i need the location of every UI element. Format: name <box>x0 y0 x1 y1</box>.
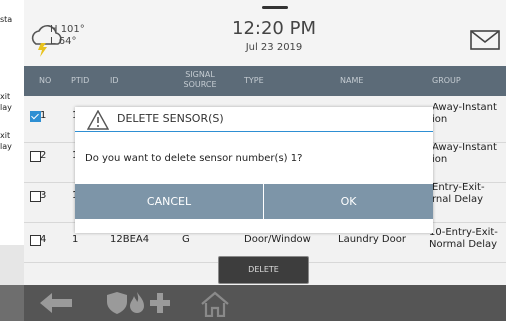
row-type: Door/Window <box>244 234 311 245</box>
shield-icon[interactable] <box>106 291 128 315</box>
strip-text: xit <box>0 131 11 140</box>
dialog-message: Do you want to delete sensor number(s) 1… <box>85 153 303 164</box>
ok-button[interactable]: OK <box>264 184 433 219</box>
row-group: 10-Entry-Exit- Normal Delay <box>429 227 498 251</box>
row-group: Away-Instant ion <box>432 142 497 166</box>
row-ptid: 1 <box>72 234 79 245</box>
row-no: 1 <box>40 110 47 121</box>
strip-text: lay <box>0 142 12 151</box>
home-icon[interactable] <box>200 291 230 317</box>
fire-icon[interactable] <box>128 291 146 315</box>
row-no: 2 <box>40 150 47 161</box>
temperature-readout: H 101° L 64° <box>50 24 85 48</box>
group-line: 10-Entry-Exit- <box>429 227 498 238</box>
clock-time: 12:20 PM <box>232 18 316 39</box>
col-source-label: SOURCE <box>183 80 217 89</box>
group-line: rnal Delay <box>432 194 484 205</box>
row-name: Laundry Door <box>338 234 406 245</box>
dialog-title: DELETE SENSOR(S) <box>117 112 224 125</box>
strip-text: lay <box>0 103 12 112</box>
col-no: NO <box>39 76 52 85</box>
warning-icon <box>87 110 109 130</box>
group-line: ion <box>432 114 448 125</box>
row-group: Away-Instant ion <box>432 102 497 126</box>
group-line: Away-Instant <box>432 102 497 113</box>
delete-sensor-dialog: DELETE SENSOR(S) Do you want to delete s… <box>75 107 433 233</box>
table-header: NO PTID ID SIGNAL SOURCE TYPE NAME GROUP <box>24 66 506 96</box>
temp-low: L 64° <box>50 36 77 47</box>
clock-date: Jul 23 2019 <box>245 42 303 53</box>
temp-high: H 101° <box>50 24 85 35</box>
bottom-nav <box>24 285 506 321</box>
pull-down-handle[interactable] <box>262 6 288 9</box>
background-window-strip: sta xit lay xit lay <box>0 0 25 285</box>
envelope-icon[interactable] <box>470 30 500 50</box>
group-line: ion <box>432 154 448 165</box>
group-line: Away-Instant <box>432 142 497 153</box>
group-line: Normal Delay <box>429 239 498 250</box>
row-group: Entry-Exit- rnal Delay <box>432 182 485 206</box>
col-id: ID <box>110 76 119 85</box>
panel-screen: H 101° L 64° 12:20 PM Jul 23 2019 NO PTI… <box>24 0 506 321</box>
row-id: 12BEA4 <box>110 234 150 245</box>
col-signal-source: SIGNAL SOURCE <box>178 70 222 90</box>
col-type: TYPE <box>244 76 264 85</box>
row-no: 3 <box>40 190 47 201</box>
status-header: H 101° L 64° 12:20 PM Jul 23 2019 <box>24 0 506 66</box>
strip-text: xit <box>0 92 11 101</box>
strip-text: sta <box>0 15 13 24</box>
col-name: NAME <box>340 76 364 85</box>
back-arrow-icon[interactable] <box>38 291 74 315</box>
group-line: Entry-Exit- <box>432 182 485 193</box>
col-group: GROUP <box>432 76 461 85</box>
cancel-button[interactable]: CANCEL <box>75 184 263 219</box>
strip-footer <box>0 245 24 285</box>
row-no: 4 <box>40 234 47 245</box>
delete-button[interactable]: DELETE <box>218 256 309 284</box>
col-ptid: PTID <box>71 76 90 85</box>
medical-cross-icon[interactable] <box>148 291 172 315</box>
dialog-header: DELETE SENSOR(S) <box>75 107 433 132</box>
row-signal: G <box>182 234 190 245</box>
col-signal-label: SIGNAL <box>185 70 215 79</box>
